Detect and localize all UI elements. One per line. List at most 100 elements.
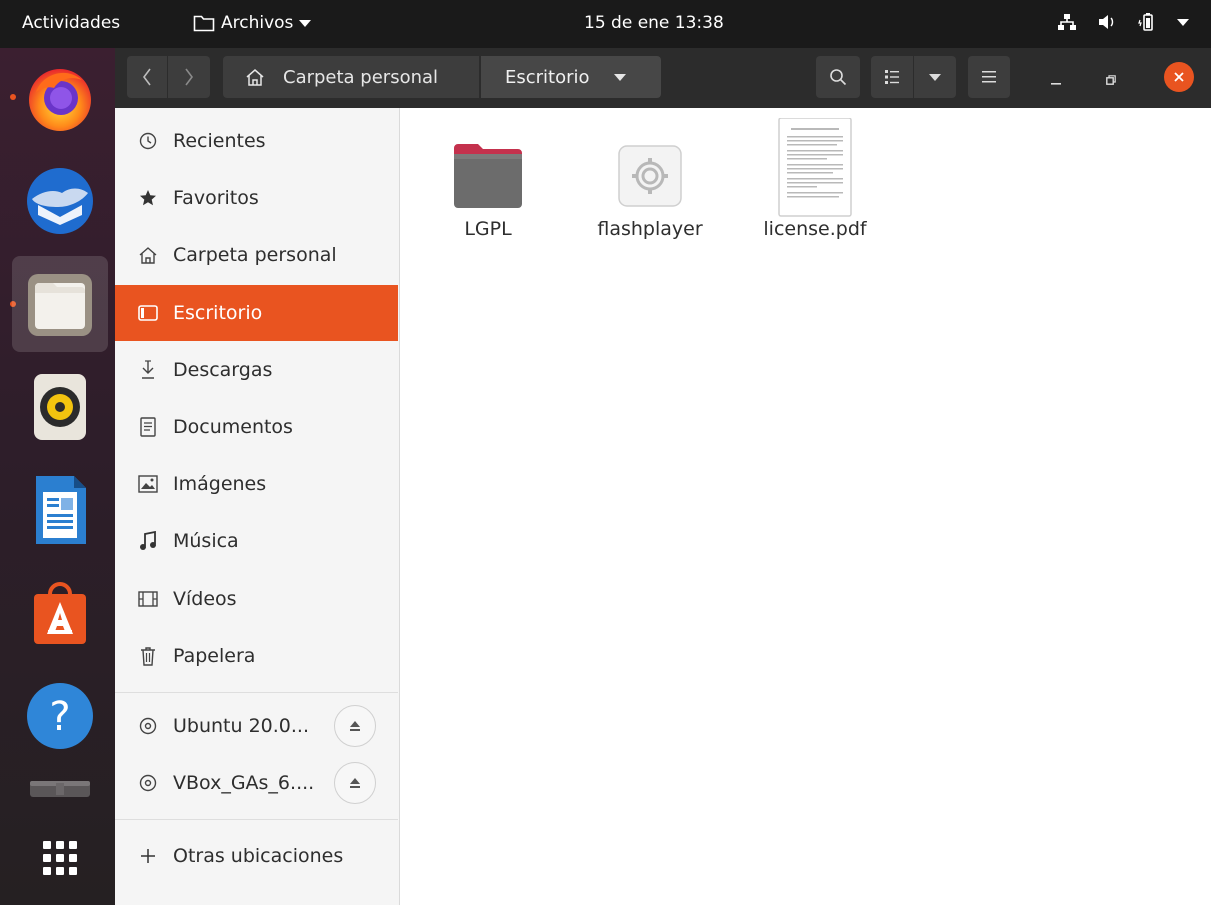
path-home-label: Carpeta personal (283, 66, 439, 88)
file-item-lgpl[interactable]: LGPL (418, 118, 558, 240)
path-bar-home[interactable]: Carpeta personal (223, 56, 479, 98)
sidebar-item-label: Carpeta personal (173, 244, 337, 266)
folder-icon (454, 144, 522, 208)
eject-button[interactable] (334, 705, 376, 747)
path-current-label: Escritorio (505, 66, 590, 88)
network-icon (1058, 14, 1076, 30)
sidebar-item-documentos[interactable]: Documentos (115, 399, 398, 455)
sidebar-item-label: Documentos (173, 416, 293, 438)
disc-icon (137, 774, 159, 792)
image-icon (137, 475, 159, 493)
sidebar-item-label: Descargas (173, 359, 273, 381)
chevron-down-icon (929, 73, 941, 81)
close-icon (1174, 72, 1184, 82)
clock[interactable]: 15 de ene 13:38 (584, 13, 724, 33)
dock-libreoffice-writer[interactable] (12, 462, 108, 558)
app-menu[interactable]: Archivos (193, 13, 312, 33)
header-bar: Carpeta personal Escritorio (115, 48, 1211, 108)
sidebar-separator (115, 819, 398, 820)
folder-outline-icon (193, 15, 215, 32)
sidebar-item-carpeta-personal[interactable]: Carpeta personal (115, 227, 398, 283)
dock-rhythmbox[interactable] (12, 359, 108, 455)
back-button[interactable] (127, 56, 167, 98)
top-bar: Actividades Archivos 15 de ene 13:38 (0, 0, 1211, 48)
executable-icon (618, 145, 682, 207)
view-options-button[interactable] (914, 56, 956, 98)
sidebar-item-imagenes[interactable]: Imágenes (115, 456, 398, 512)
sidebar-item-label: Recientes (173, 130, 266, 152)
firefox-icon (29, 69, 91, 131)
file-view: LGPL flashplayer license.pdf (400, 108, 1211, 905)
list-view-icon (885, 70, 899, 84)
star-icon (137, 189, 159, 207)
eject-icon (350, 721, 360, 731)
path-bar-current[interactable]: Escritorio (481, 56, 661, 98)
music-icon (137, 531, 159, 551)
thunderbird-icon (27, 168, 93, 234)
sidebar-device-ubuntu[interactable]: Ubuntu 20.0... (115, 698, 398, 754)
sidebar: Recientes Favoritos Carpeta personal Esc… (115, 108, 400, 905)
battery-icon (1138, 13, 1153, 31)
sidebar-item-musica[interactable]: Música (115, 513, 398, 569)
volume-icon (1099, 15, 1114, 29)
hamburger-menu-icon (982, 71, 996, 83)
desktop-icon (137, 305, 159, 321)
app-menu-label: Archivos (221, 13, 294, 33)
eject-button[interactable] (334, 762, 376, 804)
sidebar-item-label: Otras ubicaciones (173, 845, 344, 867)
dock-files[interactable] (12, 256, 108, 352)
system-tray[interactable] (1057, 12, 1189, 32)
system-menu-icon (1177, 18, 1189, 26)
close-button[interactable] (1164, 62, 1194, 92)
minimize-icon (1051, 83, 1061, 85)
sidebar-item-videos[interactable]: Vídeos (115, 571, 398, 627)
dock-show-apps[interactable] (12, 813, 108, 903)
sidebar-item-label: Papelera (173, 645, 256, 667)
svg-text:?: ? (49, 694, 70, 740)
chevron-left-icon (143, 68, 151, 86)
video-icon (137, 591, 159, 607)
dock-ubuntu-software[interactable] (12, 565, 108, 661)
libreoffice-writer-icon (36, 476, 86, 544)
chevron-down-icon (299, 19, 312, 27)
search-icon (830, 69, 847, 86)
dock-thunderbird[interactable] (12, 153, 108, 249)
chevron-right-icon (185, 68, 193, 86)
view-list-button[interactable] (871, 56, 913, 98)
menu-button[interactable] (968, 56, 1010, 98)
search-button[interactable] (816, 56, 860, 98)
file-item-flashplayer[interactable]: flashplayer (580, 118, 720, 240)
file-item-license-pdf[interactable]: license.pdf (745, 118, 885, 240)
sidebar-item-favoritos[interactable]: Favoritos (115, 170, 398, 226)
trash-icon (137, 646, 159, 666)
file-name: LGPL (464, 218, 512, 240)
sidebar-item-recientes[interactable]: Recientes (115, 113, 398, 169)
activities-button[interactable]: Actividades (22, 13, 120, 33)
help-icon: ? (27, 683, 93, 749)
sidebar-item-papelera[interactable]: Papelera (115, 628, 398, 684)
dock: ? (0, 48, 115, 905)
sidebar-item-label: Favoritos (173, 187, 259, 209)
file-name: license.pdf (763, 218, 867, 240)
eject-icon (350, 778, 360, 788)
sidebar-item-descargas[interactable]: Descargas (115, 342, 398, 398)
sidebar-item-label: Vídeos (173, 588, 237, 610)
ubuntu-software-icon (34, 582, 86, 644)
sidebar-device-vbox[interactable]: VBox_GAs_6.... (115, 755, 398, 811)
plus-icon (137, 848, 159, 864)
home-icon (137, 246, 159, 264)
forward-button[interactable] (168, 56, 210, 98)
restore-icon (1106, 75, 1116, 85)
sidebar-item-label: Escritorio (173, 302, 263, 324)
sidebar-separator (115, 692, 398, 693)
files-icon (28, 274, 92, 336)
minimize-button[interactable] (1046, 70, 1066, 90)
sidebar-item-otras-ubicaciones[interactable]: Otras ubicaciones (115, 828, 398, 884)
dock-firefox[interactable] (12, 50, 108, 146)
download-icon (137, 360, 159, 380)
sidebar-item-escritorio[interactable]: Escritorio (115, 285, 398, 341)
show-apps-icon (43, 841, 77, 875)
clock-icon (137, 132, 159, 150)
disc-icon (137, 717, 159, 735)
restore-button[interactable] (1101, 70, 1121, 90)
